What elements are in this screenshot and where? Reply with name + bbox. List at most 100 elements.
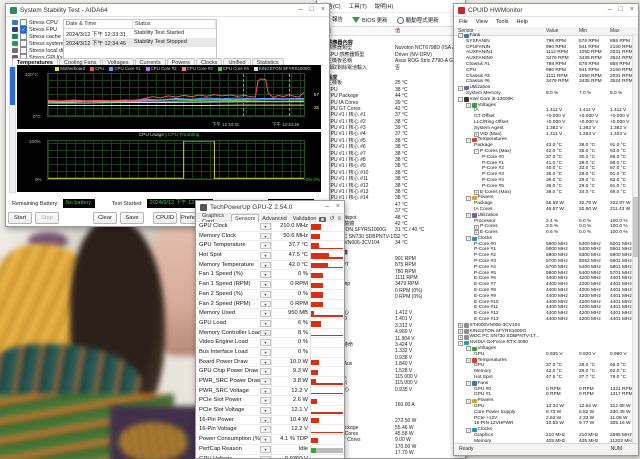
maximize-icon[interactable]: □ — [619, 5, 623, 15]
dropdown-arrow-icon[interactable]: ▼ — [260, 320, 271, 327]
stability-titlebar[interactable]: System Stability Test - AIDA64 – □ × — [6, 4, 329, 17]
menu-help[interactable]: Help — [517, 19, 528, 25]
scrollbar-thumb[interactable] — [633, 197, 638, 257]
legend-item[interactable]: Motherboard — [55, 66, 85, 71]
log-col-datetime[interactable]: Date & Time — [64, 20, 133, 28]
collapse-box-icon[interactable]: - — [466, 196, 471, 201]
dropdown-arrow-icon[interactable]: ▼ — [260, 446, 271, 453]
dropdown-arrow-icon[interactable]: ▼ — [260, 368, 271, 375]
sensor-label: CPU #1 / 核心 #10 — [327, 170, 368, 176]
dropdown-arrow-icon[interactable]: ▼ — [260, 223, 271, 230]
stop-button[interactable]: Stop — [35, 212, 59, 224]
collapse-box-icon[interactable]: - — [458, 97, 463, 102]
dropdown-arrow-icon[interactable]: ▼ — [260, 252, 271, 259]
expand-box-icon[interactable]: + — [458, 323, 463, 328]
expand-box-icon[interactable]: + — [458, 329, 463, 334]
scrollbar[interactable] — [632, 33, 638, 443]
clear-button[interactable]: Clear — [93, 212, 117, 224]
dropdown-arrow-icon[interactable]: ▼ — [260, 378, 271, 385]
sensor-name: Fan 2 Speed (%) — [196, 290, 260, 299]
dropdown-arrow-icon[interactable]: ▼ — [260, 417, 271, 424]
dropdown-arrow-icon[interactable]: ▼ — [260, 242, 271, 249]
legend-item[interactable]: CPU Core #1 — [109, 66, 140, 71]
sensor-label: CPU #1 / 核心 #6 — [327, 144, 366, 150]
collapse-box-icon[interactable]: - — [466, 399, 471, 404]
collapse-box-icon[interactable]: - — [466, 213, 471, 218]
dropdown-arrow-icon[interactable]: ▼ — [260, 291, 271, 298]
log-col-status[interactable]: Status — [133, 20, 216, 28]
dropdown-arrow-icon[interactable]: ▼ — [260, 436, 271, 443]
dropdown-arrow-icon[interactable]: ▼ — [260, 301, 271, 308]
expand-box-icon[interactable]: + — [474, 230, 479, 235]
dropdown-arrow-icon[interactable]: ▼ — [260, 262, 271, 269]
minimize-icon[interactable]: – — [299, 5, 303, 15]
sensor-row[interactable]: 擷取剩餘電池輸入否 — [317, 65, 465, 71]
dropdown-arrow-icon[interactable]: ▼ — [260, 310, 271, 317]
cpuid-button[interactable]: CPUID — [153, 212, 177, 224]
collapse-box-icon[interactable]: - — [466, 236, 471, 241]
gpuz-sensor-row: PCIe Slot Voltage▼12.1 V — [196, 406, 344, 416]
camera-icon[interactable] — [319, 217, 326, 222]
save-button[interactable]: Save — [120, 212, 144, 224]
close-icon[interactable]: × — [336, 202, 340, 212]
menu-file[interactable]: File — [459, 19, 468, 25]
fan-icon — [472, 381, 477, 386]
dropdown-arrow-icon[interactable]: ▼ — [260, 339, 271, 346]
collapse-box-icon[interactable]: - — [466, 138, 471, 143]
collapse-box-icon[interactable]: - — [458, 86, 463, 91]
expand-box-icon[interactable]: + — [458, 335, 463, 340]
collapse-box-icon[interactable]: - — [458, 341, 463, 346]
collapse-box-icon[interactable]: - — [466, 381, 471, 386]
minimize-icon[interactable]: – — [325, 202, 329, 212]
collapse-box-icon[interactable]: - — [466, 428, 471, 433]
gpuz-sensor-row: GPU Chip Power Draw▼9.3 W — [196, 367, 344, 377]
log-row[interactable]: 2024/3/12 下午 12:33:31Stability Test Star… — [64, 29, 216, 38]
close-icon[interactable]: × — [630, 5, 634, 15]
legend-item[interactable]: KINGSTON SFYRS1000G — [254, 66, 311, 71]
toolbar-dl-button[interactable]: BIOS 更新 — [352, 16, 388, 24]
close-icon[interactable]: × — [321, 5, 325, 15]
menu-tools[interactable]: Tools — [496, 19, 509, 25]
maximize-icon[interactable]: □ — [310, 5, 314, 15]
stress-checkbox[interactable]: ✓ — [20, 26, 27, 33]
dropdown-arrow-icon[interactable]: ▼ — [260, 281, 271, 288]
start-button[interactable]: Start — [8, 212, 32, 224]
legend-item[interactable]: CPU Core #2 — [146, 66, 177, 71]
graph-scrollbar[interactable] — [9, 66, 16, 193]
time-cursor — [289, 74, 290, 116]
stress-checkbox[interactable] — [20, 47, 27, 54]
dropdown-arrow-icon[interactable]: ▼ — [260, 397, 271, 404]
legend-item[interactable]: CPU Core #3 — [182, 66, 213, 71]
dropdown-arrow-icon[interactable]: ▼ — [260, 407, 271, 414]
stress-checkbox[interactable] — [20, 33, 27, 40]
menu-item-1[interactable]: 工具(T) — [349, 2, 367, 10]
minimize-icon[interactable]: – — [608, 5, 612, 15]
collapse-box-icon[interactable]: - — [466, 103, 471, 108]
legend-item[interactable]: CPU Core #4 — [218, 66, 249, 71]
dropdown-arrow-icon[interactable]: ▼ — [260, 359, 271, 366]
hwmonitor-titlebar[interactable]: CPUID HWMonitor – □ × — [454, 4, 638, 17]
gpuz-sensor-row: Fan 2 Speed (%)▼0 % — [196, 290, 344, 300]
legend-item[interactable]: CPU — [90, 66, 104, 71]
toolbar-mag-button[interactable]: 驅動程式更新 — [397, 16, 439, 24]
bar — [311, 292, 323, 297]
menu-view[interactable]: View — [476, 19, 488, 25]
collapse-box-icon[interactable]: - — [466, 358, 471, 363]
stress-checkbox[interactable] — [20, 19, 27, 26]
stress-checkbox[interactable] — [20, 40, 27, 47]
dropdown-arrow-icon[interactable]: ▼ — [260, 349, 271, 356]
dropdown-arrow-icon[interactable]: ▼ — [260, 330, 271, 337]
log-row[interactable]: 2024/3/12 下午 12:34:46Stability Test Stop… — [64, 38, 216, 47]
collapse-box-icon[interactable]: - — [466, 346, 471, 351]
dropdown-arrow-icon[interactable]: ▼ — [260, 233, 271, 240]
collapse-box-icon[interactable]: - — [458, 33, 463, 38]
dropdown-arrow-icon[interactable]: ▼ — [260, 456, 271, 459]
graph-scroll-thumb[interactable] — [10, 67, 15, 105]
sensor-name: PWR_SRC Voltage — [196, 387, 260, 396]
collapse-box-icon[interactable]: - — [474, 149, 479, 154]
menu-item-2[interactable]: 說明(H) — [375, 2, 394, 10]
dropdown-arrow-icon[interactable]: ▼ — [260, 388, 271, 395]
dropdown-arrow-icon[interactable]: ▼ — [260, 271, 271, 278]
dropdown-arrow-icon[interactable]: ▼ — [260, 426, 271, 433]
expand-box-icon[interactable]: + — [474, 225, 479, 230]
